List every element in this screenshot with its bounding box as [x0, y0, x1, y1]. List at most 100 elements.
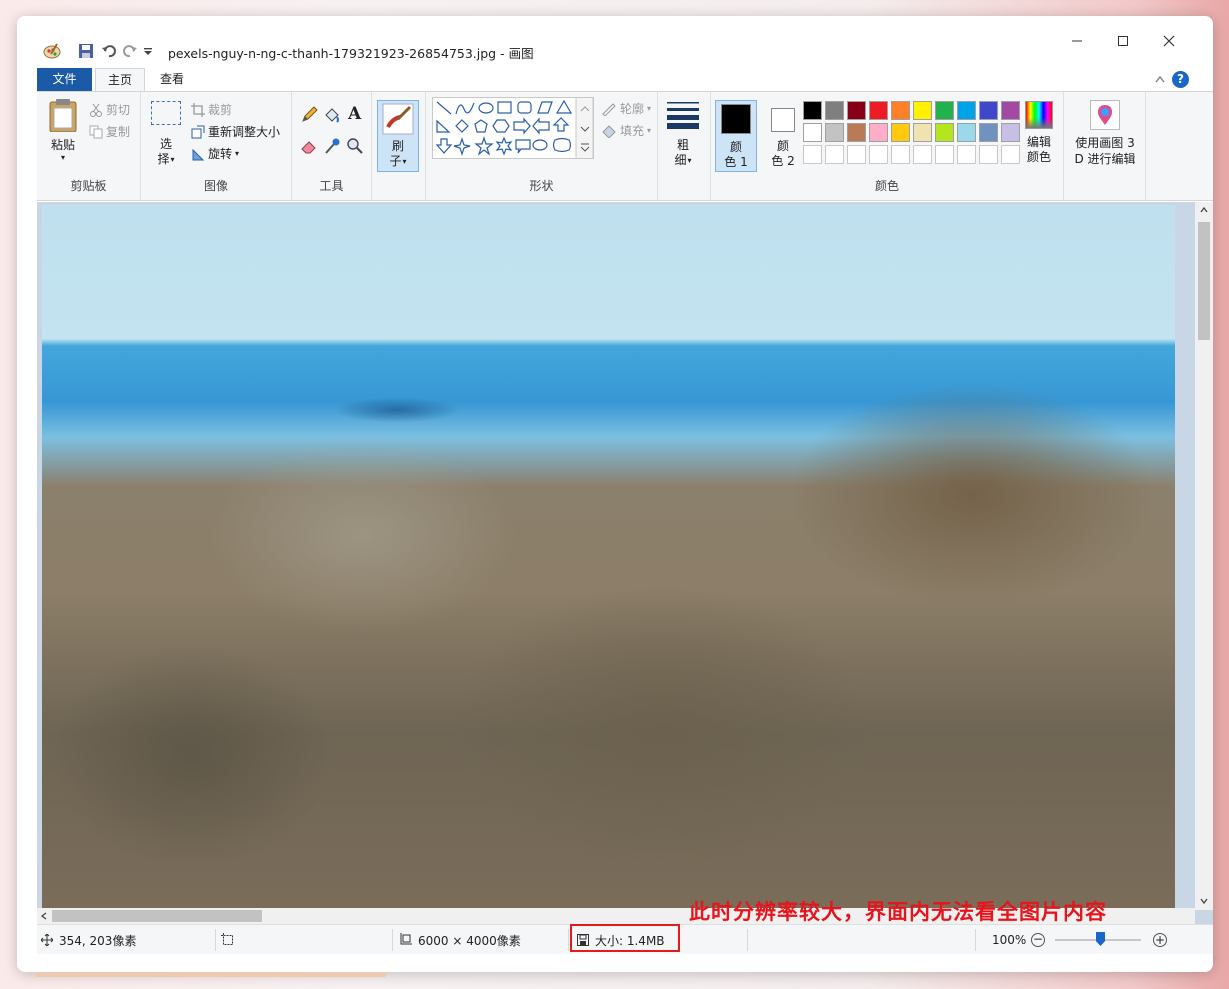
- minimize-button[interactable]: [1054, 16, 1100, 66]
- color-swatch[interactable]: [1001, 101, 1020, 120]
- magnifier-icon[interactable]: [346, 137, 364, 155]
- color1-label-top: 颜: [729, 140, 742, 154]
- status-separator: [568, 929, 569, 951]
- collapse-ribbon-icon[interactable]: [1155, 75, 1165, 83]
- fill-button[interactable]: 填充 ▾: [601, 122, 651, 139]
- edit-colors-label-top: 编辑: [1026, 135, 1051, 149]
- color-swatch[interactable]: [869, 123, 888, 142]
- color-swatch[interactable]: [891, 101, 910, 120]
- custom-color-slot[interactable]: [891, 145, 910, 164]
- scroll-left-icon[interactable]: [41, 912, 47, 920]
- edit-with-paint3d-button[interactable]: 使用画图 3 D 进行编辑: [1068, 100, 1142, 167]
- shapes-group-label: 形状: [529, 179, 554, 193]
- rotate-button[interactable]: 旋转 ▾: [191, 145, 239, 162]
- scroll-up-icon[interactable]: [1200, 207, 1208, 213]
- tools-group-label: 工具: [319, 179, 344, 193]
- save-icon[interactable]: [78, 43, 94, 59]
- paste-button[interactable]: 粘贴 ▾: [45, 98, 81, 168]
- cut-icon: [90, 103, 102, 117]
- tab-file[interactable]: 文件: [37, 68, 92, 92]
- crop-button[interactable]: 裁剪: [191, 101, 232, 118]
- edit-colors-button[interactable]: 编辑 颜色: [1019, 101, 1059, 165]
- canvas-area: [37, 202, 1213, 924]
- vertical-scrollbar[interactable]: [1195, 202, 1213, 910]
- brush-dropdown-icon: ▾: [402, 157, 407, 166]
- status-separator: [975, 929, 976, 951]
- color-swatch[interactable]: [825, 101, 844, 120]
- fill-bucket-icon[interactable]: [323, 106, 341, 124]
- color-swatch[interactable]: [935, 123, 954, 142]
- color-swatch[interactable]: [847, 101, 866, 120]
- redo-icon[interactable]: [122, 43, 138, 59]
- color-picker-icon[interactable]: [323, 137, 341, 155]
- paste-dropdown-icon: ▾: [60, 153, 65, 162]
- copy-button[interactable]: 复制: [89, 123, 130, 140]
- undo-icon[interactable]: [101, 43, 117, 59]
- paint-window: pexels-nguy-n-ng-c-thanh-179321923-26854…: [17, 16, 1213, 972]
- help-icon[interactable]: ?: [1172, 71, 1189, 88]
- color-swatch[interactable]: [979, 101, 998, 120]
- custom-color-slot[interactable]: [869, 145, 888, 164]
- file-size-highlight-box: [570, 924, 680, 952]
- color-swatch[interactable]: [913, 123, 932, 142]
- custom-color-slot[interactable]: [1001, 145, 1020, 164]
- image-canvas[interactable]: [42, 205, 1175, 909]
- zoom-in-button[interactable]: +: [1153, 933, 1167, 947]
- custom-color-slot[interactable]: [913, 145, 932, 164]
- vertical-scroll-thumb[interactable]: [1198, 222, 1210, 340]
- custom-color-slot[interactable]: [979, 145, 998, 164]
- color-swatch[interactable]: [1001, 123, 1020, 142]
- zoom-out-button[interactable]: −: [1031, 933, 1045, 947]
- annotation-text: 此时分辨率较大，界面内无法看全图片内容: [689, 900, 1107, 924]
- cursor-position: 354, 203像素: [41, 925, 136, 955]
- color-swatch[interactable]: [847, 123, 866, 142]
- outline-dropdown-icon: ▾: [647, 104, 652, 113]
- custom-color-slot[interactable]: [825, 145, 844, 164]
- brush-button[interactable]: 刷 子 ▾: [377, 100, 419, 172]
- move-cursor-icon: [41, 934, 53, 946]
- custom-color-slot[interactable]: [957, 145, 976, 164]
- custom-color-slot[interactable]: [935, 145, 954, 164]
- scroll-down-icon[interactable]: [1200, 898, 1208, 904]
- shapes-gallery[interactable]: [432, 97, 594, 159]
- color-swatch[interactable]: [957, 101, 976, 120]
- cut-button[interactable]: 剪切: [89, 101, 130, 118]
- custom-color-slot[interactable]: [803, 145, 822, 164]
- brushes-group: 刷 子 ▾: [372, 92, 426, 200]
- tab-home[interactable]: 主页: [95, 68, 145, 92]
- color-swatch[interactable]: [891, 123, 910, 142]
- zoom-slider-thumb[interactable]: [1096, 932, 1105, 946]
- color-swatch[interactable]: [957, 123, 976, 142]
- color-swatch[interactable]: [803, 123, 822, 142]
- select-label-bottom: 择: [157, 152, 170, 166]
- color-swatch[interactable]: [913, 101, 932, 120]
- quick-access-dropdown-icon[interactable]: [143, 47, 153, 57]
- pencil-icon[interactable]: [300, 106, 318, 124]
- status-separator: [747, 929, 748, 951]
- select-button[interactable]: 选 择 ▾: [149, 101, 183, 167]
- resize-label: 重新调整大小: [208, 125, 281, 139]
- copy-icon: [89, 125, 103, 138]
- eraser-icon[interactable]: [300, 137, 318, 155]
- size-button[interactable]: 粗 细 ▾: [665, 100, 701, 168]
- color2-button[interactable]: 颜 色 2: [763, 100, 803, 172]
- maximize-button[interactable]: [1100, 16, 1146, 66]
- outline-button[interactable]: 轮廓 ▾: [601, 100, 651, 117]
- text-tool-icon[interactable]: A: [348, 104, 361, 124]
- color-swatch[interactable]: [979, 123, 998, 142]
- close-button[interactable]: [1146, 16, 1192, 66]
- color-swatch[interactable]: [825, 123, 844, 142]
- color-swatch[interactable]: [935, 101, 954, 120]
- colors-group: 颜 色 1 颜 色 2 编辑 颜色 颜色: [711, 92, 1064, 200]
- size-dropdown-icon: ▾: [687, 156, 692, 165]
- color-swatch[interactable]: [869, 101, 888, 120]
- paint3d-label-bottom: D 进行编辑: [1074, 152, 1136, 166]
- horizontal-scroll-thumb[interactable]: [52, 910, 262, 922]
- color-swatch[interactable]: [803, 101, 822, 120]
- tab-view[interactable]: 查看: [147, 68, 197, 92]
- color1-button[interactable]: 颜 色 1: [715, 100, 757, 172]
- dimensions-text: 6000 × 4000像素: [418, 933, 521, 948]
- custom-color-slot[interactable]: [847, 145, 866, 164]
- resize-button[interactable]: 重新调整大小: [191, 123, 280, 140]
- colors-group-label: 颜色: [874, 179, 899, 193]
